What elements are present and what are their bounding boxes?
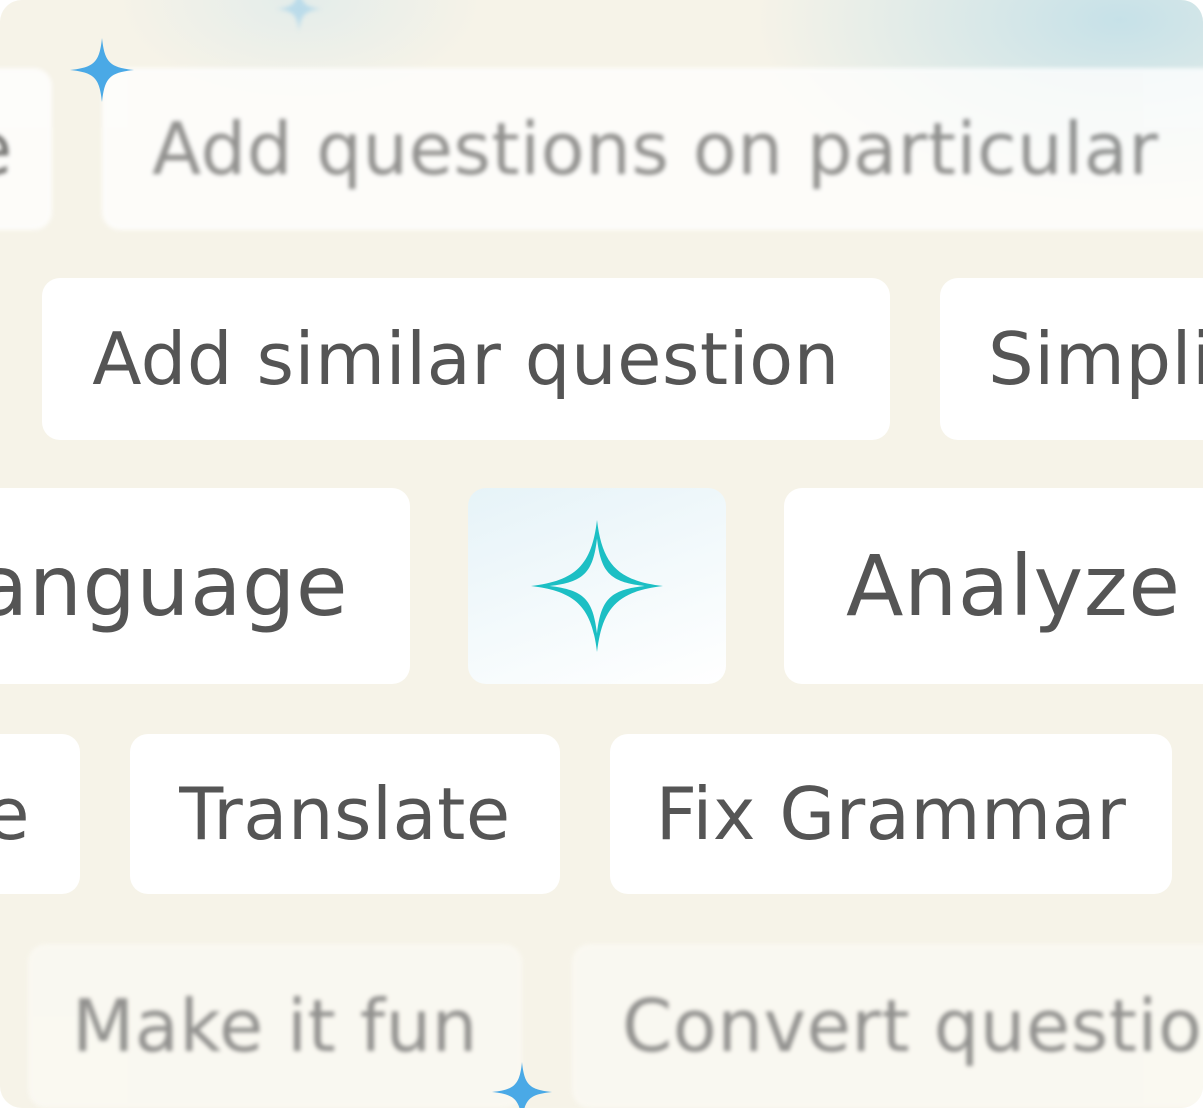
suggestion-chip-convert-question[interactable]: Convert questio xyxy=(572,944,1203,1108)
suggestion-chip-canvas: e Add questions on particular Add simila… xyxy=(0,0,1203,1108)
suggestion-chip-add-similar-question[interactable]: Add similar question xyxy=(42,278,890,440)
chip-label: e xyxy=(0,772,30,856)
chip-label: Analyze xyxy=(846,537,1181,635)
sparkle-icon xyxy=(492,1062,552,1108)
suggestion-chip-translate[interactable]: Translate xyxy=(130,734,560,894)
chip-label: Fix Grammar xyxy=(655,772,1127,856)
chip-label: Add questions on particular xyxy=(152,107,1159,191)
suggestion-chip-partial[interactable]: e xyxy=(0,68,52,230)
chip-label: Convert questio xyxy=(622,984,1203,1068)
sparkle-icon xyxy=(70,38,134,102)
ai-assist-button[interactable] xyxy=(468,488,726,684)
suggestion-chip-partial[interactable]: e xyxy=(0,734,80,894)
chip-label: Make it fun xyxy=(72,984,478,1068)
sparkle-icon xyxy=(276,0,322,32)
suggestion-chip-make-it-fun[interactable]: Make it fun xyxy=(28,944,522,1108)
chip-label: Translate xyxy=(179,772,511,856)
suggestion-chip-add-questions-particular[interactable]: Add questions on particular xyxy=(102,68,1203,230)
suggestion-chip-simplify[interactable]: Simpli xyxy=(940,278,1203,440)
chip-label: Add similar question xyxy=(92,317,840,401)
suggestion-chip-fix-grammar[interactable]: Fix Grammar xyxy=(610,734,1172,894)
suggestion-chip-language[interactable]: anguage xyxy=(0,488,410,684)
suggestion-chip-analyze[interactable]: Analyze xyxy=(784,488,1203,684)
chip-label: Simpli xyxy=(988,317,1203,401)
chip-label: anguage xyxy=(0,537,348,635)
ai-sparkle-icon xyxy=(531,520,663,652)
chip-label: e xyxy=(0,107,13,191)
